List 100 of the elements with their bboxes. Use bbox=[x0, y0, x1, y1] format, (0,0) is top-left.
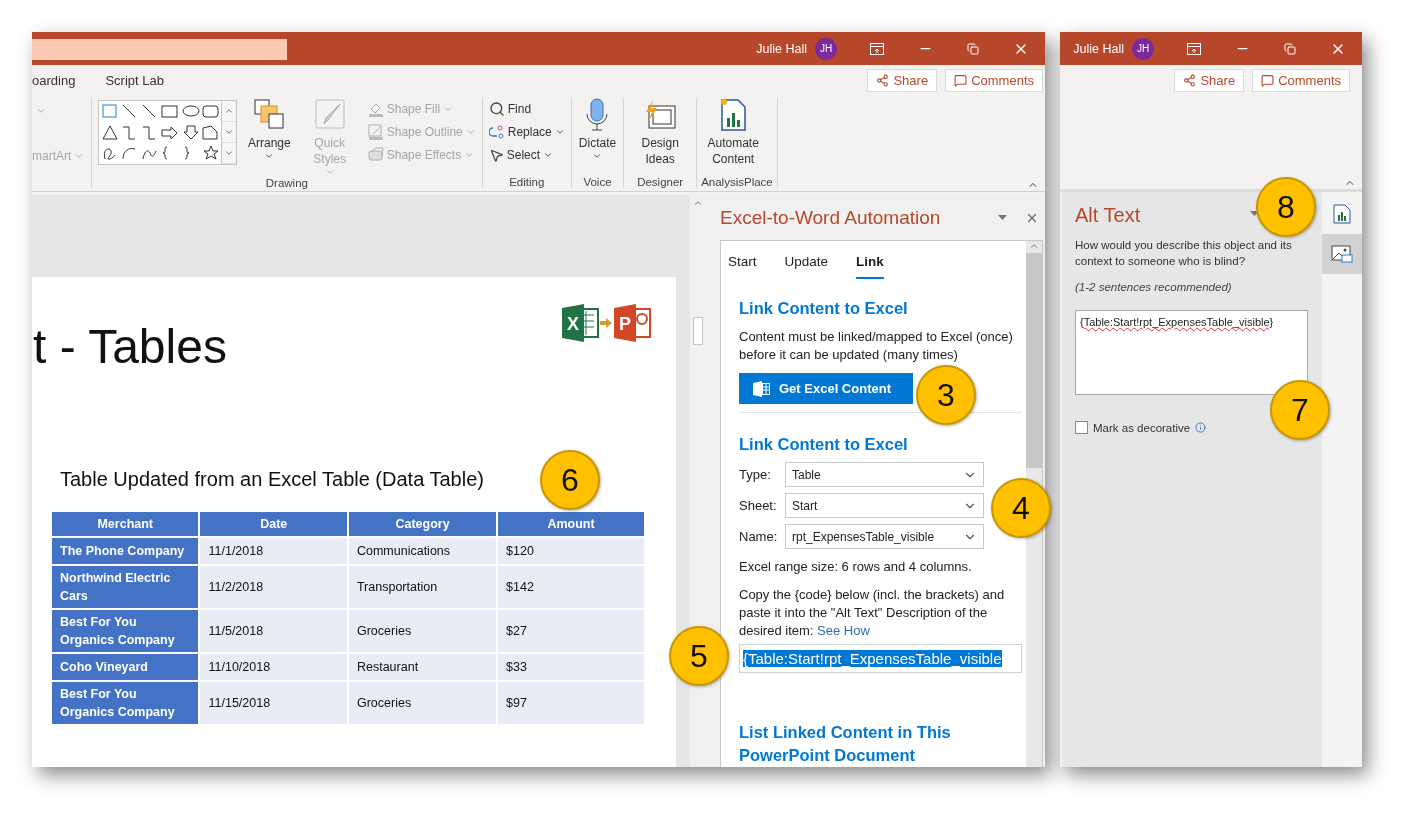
restore-icon[interactable] bbox=[1284, 42, 1296, 55]
dropdown-field[interactable]: Start bbox=[785, 493, 984, 518]
table-cell: 11/1/2018 bbox=[200, 538, 347, 564]
ribbon-button[interactable]: Select bbox=[486, 145, 567, 165]
column-header: Date bbox=[200, 512, 347, 536]
column-header: Category bbox=[348, 512, 497, 536]
share-icon bbox=[1183, 74, 1197, 87]
field-label: Name: bbox=[739, 529, 779, 544]
ribbon-button[interactable]: Arrange bbox=[245, 98, 294, 161]
slide-title: t - Tables bbox=[33, 319, 227, 375]
dropdown-field[interactable]: Table bbox=[785, 462, 984, 487]
field-label: Type: bbox=[739, 467, 772, 482]
comment-icon bbox=[1261, 74, 1275, 87]
pane-tab[interactable]: Link bbox=[856, 254, 884, 279]
caret-icon bbox=[36, 106, 46, 116]
design-ideas-icon bbox=[643, 98, 678, 132]
table-cell: Best For You Organics Company bbox=[52, 610, 199, 652]
pointer-icon bbox=[488, 147, 504, 163]
user-avatar[interactable]: JH bbox=[1132, 37, 1154, 60]
caret-icon bbox=[465, 127, 476, 137]
ribbon-tab[interactable]: Script Lab bbox=[105, 72, 164, 88]
scroll-up-icon[interactable] bbox=[1029, 241, 1039, 251]
table-cell: 11/2/2018 bbox=[200, 566, 347, 608]
pane-tab[interactable]: Start bbox=[728, 254, 757, 279]
comment-icon bbox=[954, 73, 968, 87]
chart-document-icon bbox=[718, 98, 749, 132]
excel-icon bbox=[753, 380, 771, 397]
caret-icon bbox=[74, 151, 85, 161]
group-label: Drawing bbox=[265, 177, 308, 189]
table-cell: Restaurant bbox=[348, 654, 497, 680]
user-name: Julie Hall bbox=[756, 41, 807, 56]
share-icon bbox=[876, 73, 890, 87]
comments-button[interactable]: Comments bbox=[945, 68, 1043, 92]
shape-gallery[interactable] bbox=[98, 100, 237, 165]
scroll-thumb[interactable] bbox=[1026, 253, 1042, 468]
caret-icon bbox=[443, 104, 454, 114]
ribbon-display-icon[interactable] bbox=[1187, 42, 1201, 55]
share-button[interactable]: Share bbox=[867, 68, 938, 92]
ribbon-display-icon[interactable] bbox=[870, 42, 884, 55]
table-cell: Coho Vineyard bbox=[52, 654, 199, 680]
pencil-icon bbox=[367, 124, 384, 140]
section-heading: Link Content to Excel bbox=[739, 298, 909, 319]
alt-text-tab[interactable] bbox=[1322, 234, 1362, 274]
pane-title: Alt Text bbox=[1075, 204, 1141, 227]
get-excel-content-button[interactable]: Get Excel Content bbox=[739, 373, 913, 404]
caret-icon bbox=[324, 167, 335, 177]
user-avatar[interactable]: JH bbox=[815, 37, 837, 60]
table-cell: Groceries bbox=[348, 682, 497, 724]
alt-text-field[interactable]: {Table:Start!rpt_ExpensesTable_visible} bbox=[1075, 310, 1308, 395]
instructions-text: Copy the {code} below (incl. the brackets) and paste it into the "Alt Text" Description of the desired item: See How bbox=[739, 586, 1006, 640]
info-icon[interactable] bbox=[1195, 422, 1207, 433]
chevron-down-icon bbox=[224, 148, 234, 158]
pane-tab[interactable]: Update bbox=[784, 254, 829, 279]
share-button[interactable]: Share bbox=[1174, 69, 1245, 92]
table-cell: $120 bbox=[498, 538, 644, 564]
see-how-link[interactable]: See How bbox=[817, 623, 870, 638]
search-icon bbox=[488, 101, 505, 117]
pane-title: Excel-to-Word Automation bbox=[720, 206, 942, 229]
scroll-thumb[interactable] bbox=[693, 317, 703, 345]
restore-icon[interactable] bbox=[967, 42, 979, 55]
ribbon-button[interactable]: Dictate bbox=[575, 98, 620, 161]
column-header: Merchant bbox=[52, 512, 199, 536]
ribbon-button[interactable]: Design Ideas bbox=[628, 98, 693, 167]
table-cell: $97 bbox=[498, 682, 644, 724]
table-title: Table Updated from an Excel Table (Data Table) bbox=[60, 468, 484, 491]
table-cell: $142 bbox=[498, 566, 644, 608]
code-field[interactable]: {Table:Start!rpt_ExpensesTable_visible bbox=[739, 644, 1022, 673]
checkbox[interactable] bbox=[1075, 421, 1088, 434]
image-icon bbox=[1331, 245, 1353, 263]
section-heading: Link Content to Excel bbox=[739, 434, 909, 455]
ribbon-button[interactable]: Replace bbox=[486, 122, 567, 142]
table-cell: 11/5/2018 bbox=[200, 610, 347, 652]
intro-text: Content must be linked/mapped to Excel (once) before it can be updated (many times) bbox=[739, 328, 1014, 364]
dropdown-field[interactable]: rpt_ExpensesTable_visible bbox=[785, 524, 984, 549]
comments-button[interactable]: Comments bbox=[1252, 69, 1350, 92]
chart-document-icon bbox=[1333, 204, 1351, 224]
dropdown-icon[interactable] bbox=[998, 215, 1007, 220]
hint-text: (1-2 sentences recommended) bbox=[1075, 281, 1233, 293]
chevron-up-icon bbox=[224, 106, 234, 116]
caret-icon bbox=[264, 151, 275, 161]
ribbon-button[interactable]: Find bbox=[486, 99, 567, 119]
user-name: Julie Hall bbox=[1073, 41, 1124, 56]
table-cell: 11/15/2018 bbox=[200, 682, 347, 724]
caret-icon bbox=[554, 127, 565, 137]
table-cell: Best For You Organics Company bbox=[52, 682, 199, 724]
caret-icon bbox=[543, 150, 554, 160]
shapes-drawing[interactable] bbox=[99, 101, 221, 163]
brush-icon bbox=[313, 98, 346, 132]
range-info: Excel range size: 6 rows and 4 columns. bbox=[739, 558, 973, 576]
shape-effects-icon bbox=[367, 147, 384, 163]
table-cell: $33 bbox=[498, 654, 644, 680]
section-heading: List Linked Content in This PowerPoint Document bbox=[739, 722, 952, 766]
ribbon-button[interactable]: Automate Content bbox=[701, 98, 766, 167]
paint-bucket-icon bbox=[367, 101, 384, 117]
column-header: Amount bbox=[498, 512, 644, 536]
table-cell: Groceries bbox=[348, 610, 497, 652]
caret-icon bbox=[592, 151, 603, 161]
scroll-up-icon[interactable] bbox=[693, 198, 703, 208]
group-label: Editing bbox=[509, 176, 545, 188]
ribbon-tab[interactable]: oarding bbox=[32, 72, 76, 88]
